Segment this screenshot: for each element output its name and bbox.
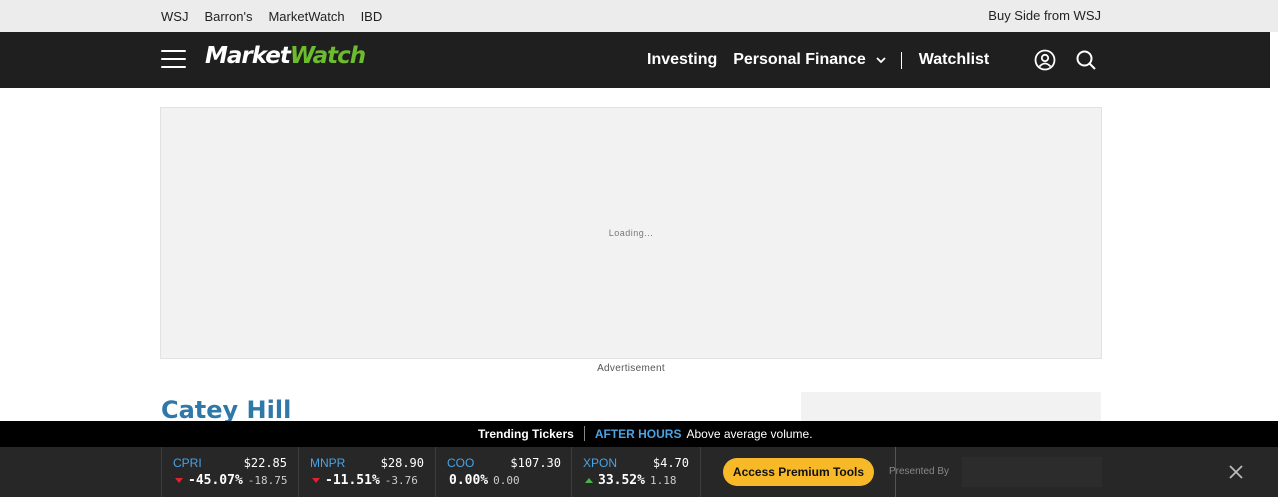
search-icon[interactable]: [1075, 49, 1097, 71]
ticker-percent: -45.07%: [188, 473, 243, 488]
nav-watchlist[interactable]: Watchlist: [919, 51, 990, 69]
ticker-item[interactable]: CPRI $22.85 -45.07% -18.75: [161, 447, 298, 497]
network-links: WSJ Barron's MarketWatch IBD: [161, 9, 382, 24]
link-marketwatch[interactable]: MarketWatch: [268, 9, 344, 24]
ticker-points: -18.75: [247, 474, 288, 487]
ticker-symbol: COO: [447, 456, 475, 470]
link-wsj[interactable]: WSJ: [161, 9, 188, 24]
ad-loading-text: Loading...: [608, 228, 654, 238]
after-hours-note: Above average volume.: [686, 426, 813, 441]
trending-divider: [583, 426, 585, 441]
nav-divider: [900, 51, 902, 69]
ticker-price: $4.70: [652, 456, 689, 470]
ticker-item[interactable]: COO $107.30 0.00% 0.00: [435, 447, 572, 497]
top-utility-bar: WSJ Barron's MarketWatch IBD Buy Side fr…: [0, 0, 1278, 32]
ticker-symbol: XPON: [583, 456, 618, 470]
ticker-points: 1.18: [649, 474, 677, 487]
link-barrons[interactable]: Barron's: [204, 9, 252, 24]
ticker-item[interactable]: MNPR $28.90 -11.51% -3.76: [298, 447, 435, 497]
sponsor-logo-slot[interactable]: [962, 457, 1102, 487]
nav-personal-finance[interactable]: Personal Finance: [733, 51, 866, 69]
main-nav: MarketWatch Investing Personal Finance W…: [0, 32, 1270, 88]
ticker-item[interactable]: XPON $4.70 33.52% 1.18: [571, 447, 701, 497]
after-hours-label: AFTER HOURS: [594, 426, 682, 441]
ticker-price: $22.85: [243, 456, 287, 470]
ticker-percent: 0.00%: [449, 473, 489, 488]
author-name-heading[interactable]: Catey Hill: [161, 396, 291, 424]
trending-tickers-header: Trending Tickers AFTER HOURS Above avera…: [0, 421, 1278, 447]
ticker-symbol: MNPR: [310, 456, 346, 470]
ticker-symbol: CPRI: [173, 456, 202, 470]
access-premium-tools-button[interactable]: Access Premium Tools: [723, 458, 874, 486]
chevron-down-icon[interactable]: [876, 55, 886, 65]
nav-investing[interactable]: Investing: [647, 51, 717, 69]
ticker-price: $28.90: [380, 456, 424, 470]
marketwatch-logo[interactable]: MarketWatch: [205, 43, 366, 69]
arrow-down-icon: [312, 478, 320, 483]
close-icon[interactable]: [1229, 465, 1243, 479]
ticker-price: $107.30: [510, 456, 561, 470]
trending-title: Trending Tickers: [478, 426, 574, 441]
advertisement-slot: Loading...: [160, 107, 1102, 359]
link-ibd[interactable]: IBD: [361, 9, 383, 24]
ticker-points: -3.76: [384, 474, 418, 487]
ticker-bar: CPRI $22.85 -45.07% -18.75 MNPR $28.90 -1…: [0, 447, 1278, 497]
link-buy-side[interactable]: Buy Side from WSJ: [988, 8, 1101, 23]
advertisement-label: Advertisement: [597, 363, 665, 374]
ticker-percent: -11.51%: [325, 473, 380, 488]
arrow-up-icon: [585, 478, 593, 483]
arrow-down-icon: [175, 478, 183, 483]
user-account-icon[interactable]: [1034, 49, 1056, 71]
logo-text-watch: Watch: [289, 43, 366, 69]
ticker-percent: 33.52%: [598, 473, 645, 488]
nav-links: Investing Personal Finance Watchlist: [647, 51, 1005, 69]
ticker-points: 0.00: [493, 474, 520, 487]
logo-text-market: Market: [205, 43, 291, 69]
menu-icon[interactable]: [161, 50, 186, 70]
presented-by-label: Presented By: [889, 466, 950, 477]
